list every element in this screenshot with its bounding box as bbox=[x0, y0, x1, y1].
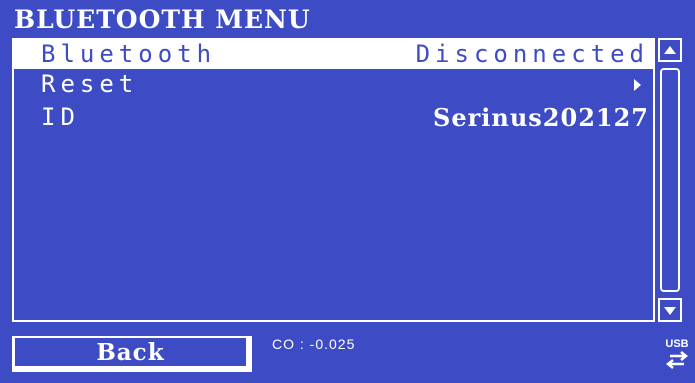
arrow-up-icon bbox=[664, 46, 676, 54]
swap-arrows-icon bbox=[665, 351, 689, 369]
chevron-right-icon bbox=[634, 79, 641, 91]
usb-label: USB bbox=[665, 338, 689, 350]
scrollbar[interactable] bbox=[658, 38, 682, 322]
scroll-down-button[interactable] bbox=[658, 298, 682, 322]
menu-item-label: Bluetooth bbox=[41, 40, 217, 68]
status-readout: CO : -0.025 bbox=[272, 336, 356, 352]
usb-connection-icon: USB bbox=[664, 338, 690, 372]
menu-item-bluetooth[interactable]: Bluetooth Disconnected bbox=[14, 40, 653, 69]
menu-item-label: ID bbox=[41, 103, 80, 131]
arrow-down-icon bbox=[664, 307, 676, 315]
menu-item-id[interactable]: ID Serinus202127 bbox=[14, 103, 653, 132]
scroll-up-button[interactable] bbox=[658, 38, 682, 62]
menu-item-value: Serinus202127 bbox=[433, 103, 649, 132]
scrollbar-track[interactable] bbox=[660, 68, 680, 292]
back-button[interactable]: Back bbox=[12, 336, 252, 372]
menu-item-value: Disconnected bbox=[415, 40, 649, 68]
page-title: BLUETOOTH MENU bbox=[14, 5, 311, 34]
menu-item-reset[interactable]: Reset bbox=[14, 70, 653, 99]
menu-item-label: Reset bbox=[41, 70, 139, 98]
